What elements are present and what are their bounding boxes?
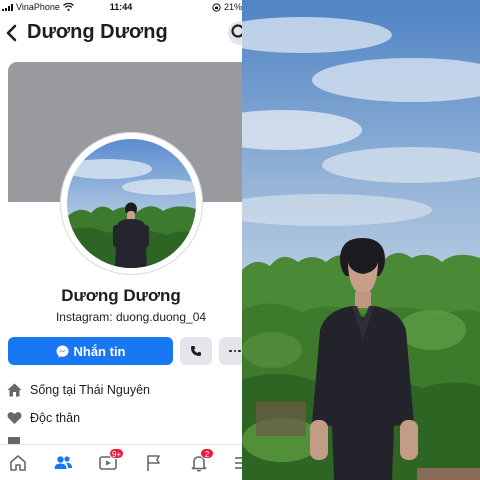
lives-in-text: Sống tại Thái Nguyên — [30, 383, 150, 397]
heart-icon — [7, 412, 22, 424]
nav-notifications[interactable]: 2 — [189, 448, 214, 473]
avatar[interactable] — [67, 139, 196, 268]
search-button[interactable] — [228, 21, 242, 45]
phone-icon — [191, 346, 201, 356]
messenger-icon — [56, 345, 68, 357]
more-icon-dot — [238, 349, 241, 353]
profile-header: Dương Dương — [0, 18, 242, 50]
info-relationship: Độc thân — [7, 409, 80, 427]
more-icon-dot — [229, 349, 232, 353]
nav-menu[interactable] — [232, 453, 242, 473]
landscape-photo — [242, 0, 480, 480]
status-bar: VinaPhone 11:44 21% — [0, 0, 242, 14]
photo-art — [242, 0, 480, 480]
nav-home[interactable] — [8, 453, 28, 473]
message-button-label: Nhắn tin — [73, 343, 126, 359]
info-lives-in: Sống tại Thái Nguyên — [7, 381, 150, 399]
back-arrow-icon[interactable] — [5, 21, 19, 45]
profile-name: Dương Dương — [61, 286, 181, 305]
orientation-lock-icon — [212, 2, 221, 12]
watch-badge: 9+ — [109, 448, 125, 459]
home-icon — [7, 383, 22, 397]
nav-watch[interactable]: 9+ — [98, 448, 125, 473]
status-right: 21% — [212, 2, 242, 12]
notifications-badge: 2 — [200, 448, 214, 459]
search-icon — [231, 24, 242, 38]
friends-icon — [54, 456, 72, 469]
message-button[interactable]: Nhắn tin — [8, 337, 173, 365]
header-title: Dương Dương — [27, 21, 168, 43]
phone-screen: VinaPhone 11:44 21% Dương Dương Dương Dư… — [0, 0, 242, 480]
call-button[interactable] — [180, 337, 212, 365]
profile-bio: Instagram: duong.duong_04 — [55, 310, 207, 324]
more-icon-dot — [233, 349, 237, 353]
avatar-photo — [67, 139, 196, 268]
menu-icon — [235, 457, 242, 469]
nav-friends[interactable] — [53, 453, 73, 473]
status-time: 11:44 — [109, 2, 133, 12]
flag-icon — [147, 455, 160, 471]
bottom-nav: 9+ 2 — [0, 444, 242, 480]
battery-label: 21% — [223, 2, 242, 12]
home-icon — [10, 455, 26, 471]
nav-pages[interactable] — [144, 453, 164, 473]
relationship-text: Độc thân — [30, 411, 81, 425]
more-button[interactable] — [219, 337, 242, 365]
